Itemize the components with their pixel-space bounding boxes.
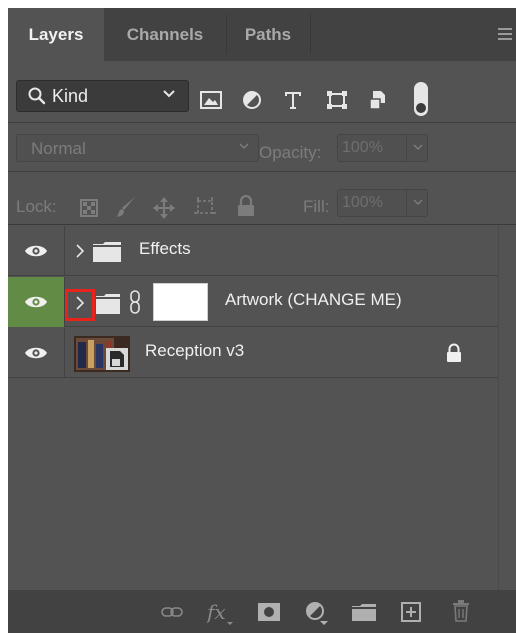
lock-label: Lock:	[16, 197, 57, 216]
blend-mode-select[interactable]: Normal	[16, 134, 259, 162]
chain-link-icon[interactable]	[129, 290, 141, 314]
eye-icon	[25, 245, 47, 257]
opacity-label: Opacity:	[259, 143, 322, 162]
chevron-down-icon	[163, 90, 175, 98]
eye-icon	[25, 347, 47, 359]
new-adjustment-layer-icon[interactable]	[306, 602, 330, 626]
folder-icon	[93, 242, 121, 262]
panel-menu-icon[interactable]	[498, 28, 512, 40]
layers-panel-footer: fx	[8, 590, 516, 633]
layer-row-artwork[interactable]: Artwork (CHANGE ME)	[8, 277, 498, 327]
tab-divider	[310, 14, 311, 54]
visibility-toggle[interactable]	[8, 226, 65, 276]
blend-mode-row: Normal Opacity: 100%	[8, 124, 516, 172]
fx-icon[interactable]: fx	[207, 601, 233, 625]
lock-image-pixels-icon[interactable]	[115, 195, 137, 219]
layers-list: Effects Artwork (CHANGE ME) Reception v3	[8, 226, 516, 590]
lock-position-icon[interactable]	[153, 197, 175, 219]
chevron-down-icon	[239, 143, 249, 150]
filter-toggle-icon[interactable]	[413, 81, 429, 117]
shape-filter-icon[interactable]	[326, 90, 348, 110]
tab-layers[interactable]: Layers	[8, 8, 104, 61]
folder-icon	[96, 294, 120, 314]
trash-icon[interactable]	[452, 600, 470, 622]
opacity-value: 100%	[342, 139, 383, 156]
opacity-field[interactable]: 100%	[337, 134, 407, 162]
layers-scrollbar[interactable]	[498, 226, 516, 590]
eye-icon	[25, 296, 47, 308]
fill-dropdown[interactable]	[406, 189, 428, 217]
layers-panel: Layers Channels Paths Kind Normal Opacit…	[8, 8, 516, 633]
fill-value: 100%	[342, 194, 383, 211]
lock-row: Lock: Fill: 100%	[8, 173, 516, 225]
layer-mask-thumbnail[interactable]	[153, 283, 208, 321]
search-icon	[28, 87, 46, 105]
adjustment-filter-icon[interactable]	[242, 90, 262, 110]
blend-mode-value: Normal	[31, 139, 86, 158]
chevron-down-icon	[413, 199, 423, 206]
layer-filter-row: Kind	[8, 61, 516, 123]
tab-paths[interactable]: Paths	[226, 8, 310, 61]
fill-field[interactable]: 100%	[337, 189, 407, 217]
type-filter-icon[interactable]	[283, 89, 303, 111]
fill-label: Fill:	[303, 197, 330, 216]
layer-row-reception[interactable]: Reception v3	[8, 328, 498, 378]
layer-name: Effects	[139, 239, 191, 258]
tab-channels[interactable]: Channels	[104, 8, 226, 61]
filter-kind-label: Kind	[52, 86, 89, 106]
opacity-dropdown[interactable]	[406, 134, 428, 162]
visibility-toggle[interactable]	[8, 328, 65, 378]
svg-text:fx: fx	[207, 601, 226, 624]
expand-chevron-icon[interactable]	[75, 295, 85, 311]
layer-row-effects[interactable]: Effects	[8, 226, 498, 276]
layer-name: Reception v3	[145, 341, 245, 360]
chevron-down-icon	[413, 144, 423, 151]
expand-chevron-icon[interactable]	[75, 243, 85, 259]
layer-name: Artwork (CHANGE ME)	[225, 290, 402, 309]
layer-thumbnail[interactable]	[74, 336, 130, 372]
lock-icon	[447, 343, 461, 362]
visibility-toggle[interactable]	[8, 277, 65, 327]
lock-all-icon[interactable]	[237, 195, 255, 217]
lock-artboard-icon[interactable]	[194, 197, 216, 217]
lock-transparent-pixels-icon[interactable]	[80, 199, 98, 217]
add-mask-icon[interactable]	[258, 603, 280, 621]
panel-tab-bar: Layers Channels Paths	[8, 8, 516, 61]
new-group-icon[interactable]	[352, 604, 376, 621]
new-layer-icon[interactable]	[401, 602, 421, 622]
filter-kind-select[interactable]: Kind	[16, 80, 189, 112]
pixel-filter-icon[interactable]	[200, 90, 222, 110]
smart-object-filter-icon[interactable]	[368, 89, 388, 111]
link-layers-icon[interactable]	[161, 606, 183, 618]
